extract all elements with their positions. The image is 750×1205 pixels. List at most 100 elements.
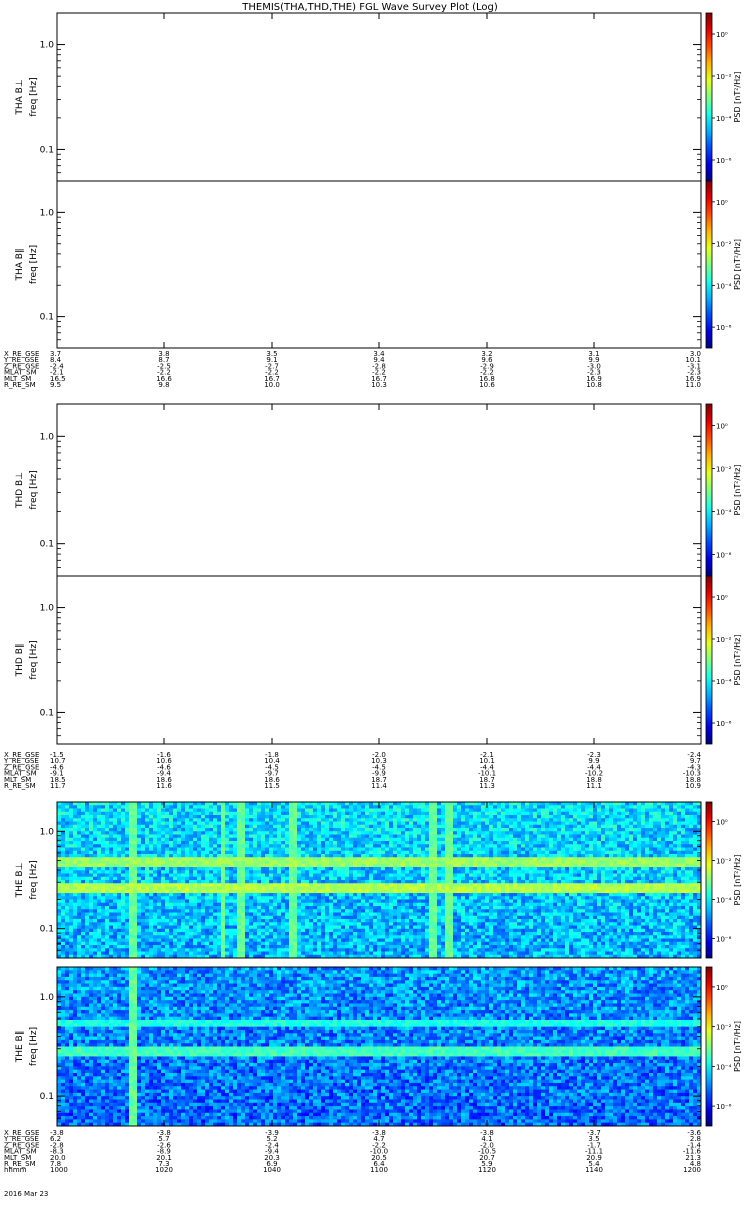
spectrogram-cell (301, 913, 305, 917)
spectrogram-cell (321, 822, 325, 826)
spectrogram-cell (273, 805, 277, 809)
spectrogram-cell (181, 935, 185, 939)
spectrogram-cell (317, 909, 321, 913)
spectrogram-cell (429, 939, 433, 943)
spectrogram-cell (357, 822, 361, 826)
spectrogram-cell (149, 835, 153, 839)
spectrogram-cell (313, 880, 317, 884)
spectrogram-cell (445, 900, 449, 904)
spectrogram-cell (333, 887, 337, 891)
spectrogram-cell (261, 935, 265, 939)
spectrogram-cell (285, 809, 289, 813)
spectrogram-cell (189, 828, 193, 832)
spectrogram-cell (417, 900, 421, 904)
spectrogram-cell (305, 883, 309, 887)
spectrogram-cell (225, 929, 229, 933)
spectrogram-cell (173, 952, 177, 956)
spectrogram-cell (105, 851, 109, 855)
spectrogram-cell (377, 926, 381, 930)
spectrogram-cell (405, 935, 409, 939)
spectrogram-cell (305, 867, 309, 871)
spectrogram-cell (237, 903, 241, 907)
spectrogram-cell (101, 802, 105, 806)
spectrogram-cell (173, 841, 177, 845)
spectrogram-cell (265, 942, 269, 946)
spectrogram-cell (429, 805, 433, 809)
spectrogram-cell (365, 893, 369, 897)
spectrogram-cell (213, 887, 217, 891)
spectrogram-cell (109, 880, 113, 884)
spectrogram-cell (309, 880, 313, 884)
spectrogram-cell (421, 906, 425, 910)
spectrogram-cell (121, 900, 125, 904)
spectrogram-cell (373, 909, 377, 913)
colorbar-tick-label: 10⁻⁴ (716, 509, 732, 517)
spectrogram-cell (401, 818, 405, 822)
spectrogram-cell (333, 857, 337, 861)
spectrogram-cell (417, 822, 421, 826)
spectrogram-cell (369, 922, 373, 926)
spectrogram-cell (285, 870, 289, 874)
spectrogram-cell (453, 851, 457, 855)
spectrogram-cell (185, 809, 189, 813)
spectrogram-cell (317, 841, 321, 845)
spectrogram-cell (405, 854, 409, 858)
spectrogram-cell (301, 844, 305, 848)
spectrogram-cell (305, 945, 309, 949)
spectrogram-cell (389, 906, 393, 910)
spectrogram-cell (153, 939, 157, 943)
spectrogram-cell (429, 932, 433, 936)
spectrogram-cell (369, 825, 373, 829)
spectrogram-cell (109, 919, 113, 923)
spectrogram-cell (341, 844, 345, 848)
colorbar-label: PSD [nT²/Hz] (733, 465, 742, 516)
spectrogram-cell (61, 922, 65, 926)
spectrogram-cell (261, 952, 265, 956)
spectrogram-cell (213, 948, 217, 952)
spectrogram-cell (69, 848, 73, 852)
spectrogram-cell (453, 926, 457, 930)
spectrogram-cell (93, 913, 97, 917)
spectrogram-cell (321, 929, 325, 933)
spectrogram-cell (341, 867, 345, 871)
spectrogram-cell (345, 942, 349, 946)
spectrogram-cell (397, 825, 401, 829)
spectrogram-cell (405, 952, 409, 956)
spectrogram-cell (221, 952, 225, 956)
spectrogram-cell (173, 883, 177, 887)
spectrogram-cell (257, 939, 261, 943)
spectrogram-cell (401, 867, 405, 871)
spectrogram-cell (121, 867, 125, 871)
spectrogram-cell (69, 851, 73, 855)
spectrogram-cell (441, 926, 445, 930)
spectrogram-cell (321, 838, 325, 842)
spectrogram-cell (157, 896, 161, 900)
spectrogram-cell (397, 896, 401, 900)
spectrogram-cell (145, 818, 149, 822)
spectrogram-cell (425, 893, 429, 897)
spectrogram-cell (321, 948, 325, 952)
spectrogram-cell (237, 867, 241, 871)
spectrogram-cell (329, 815, 333, 819)
spectrogram-cell (377, 867, 381, 871)
spectrogram-cell (109, 857, 113, 861)
spectrogram-cell (453, 916, 457, 920)
spectrogram-cell (69, 922, 73, 926)
spectrogram-cell (385, 864, 389, 868)
spectrogram-cell (97, 896, 101, 900)
spectrogram-cell (93, 874, 97, 878)
spectrogram-cell (425, 854, 429, 858)
spectrogram-cell (177, 835, 181, 839)
spectrogram-cell (329, 838, 333, 842)
spectrogram-cell (417, 848, 421, 852)
spectrogram-cell (69, 948, 73, 952)
spectrogram-cell (173, 932, 177, 936)
spectrogram-cell (137, 893, 141, 897)
spectrogram-cell (453, 939, 457, 943)
spectrogram-cell (133, 818, 137, 822)
spectrogram-cell (309, 861, 313, 865)
spectrogram-cell (425, 805, 429, 809)
spectrogram-cell (345, 802, 349, 806)
spectrogram-cell (349, 818, 353, 822)
spectrogram-cell (401, 877, 405, 881)
